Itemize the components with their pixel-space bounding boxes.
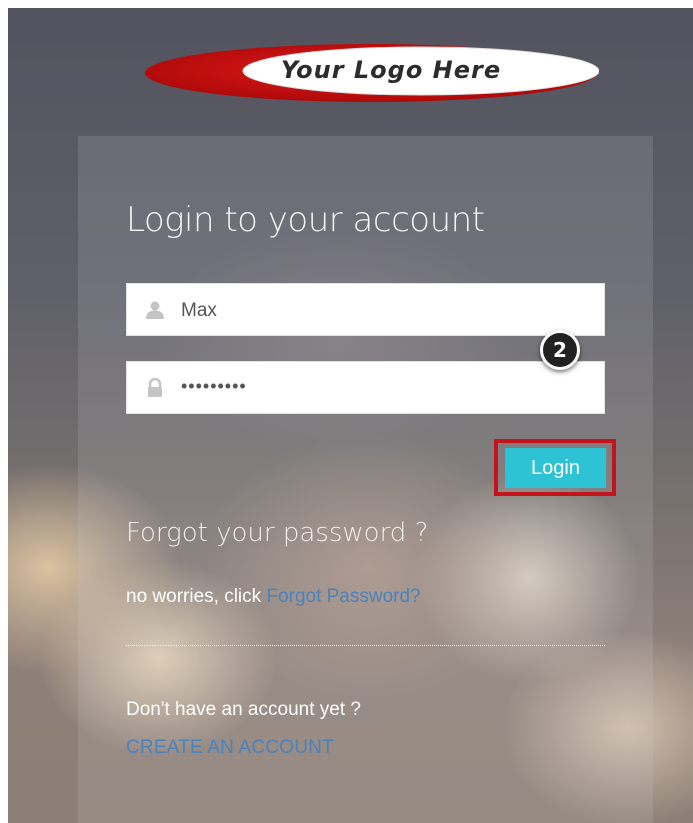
login-title: Login to your account (126, 200, 485, 240)
username-value: Max (181, 300, 217, 321)
step-number-badge: 2 (540, 330, 580, 370)
logo-text: Your Logo Here (280, 56, 502, 84)
password-field[interactable]: ••••••••• (126, 361, 605, 414)
username-field[interactable]: Max (126, 283, 605, 336)
forgot-password-heading: Forgot your password ? (126, 518, 429, 548)
create-account-link[interactable]: CREATE AN ACCOUNT (126, 737, 334, 759)
forgot-password-text: no worries, click Forgot Password? (126, 586, 421, 608)
divider (126, 645, 605, 646)
user-icon (145, 300, 165, 320)
password-value: ••••••••• (181, 376, 247, 396)
lock-icon (145, 377, 165, 398)
forgot-password-prefix: no worries, click (126, 586, 262, 607)
login-button[interactable]: Login (505, 448, 606, 488)
no-account-text: Don't have an account yet ? (126, 699, 361, 720)
company-logo: Your Logo Here (143, 42, 599, 104)
forgot-password-link[interactable]: Forgot Password? (266, 586, 420, 607)
